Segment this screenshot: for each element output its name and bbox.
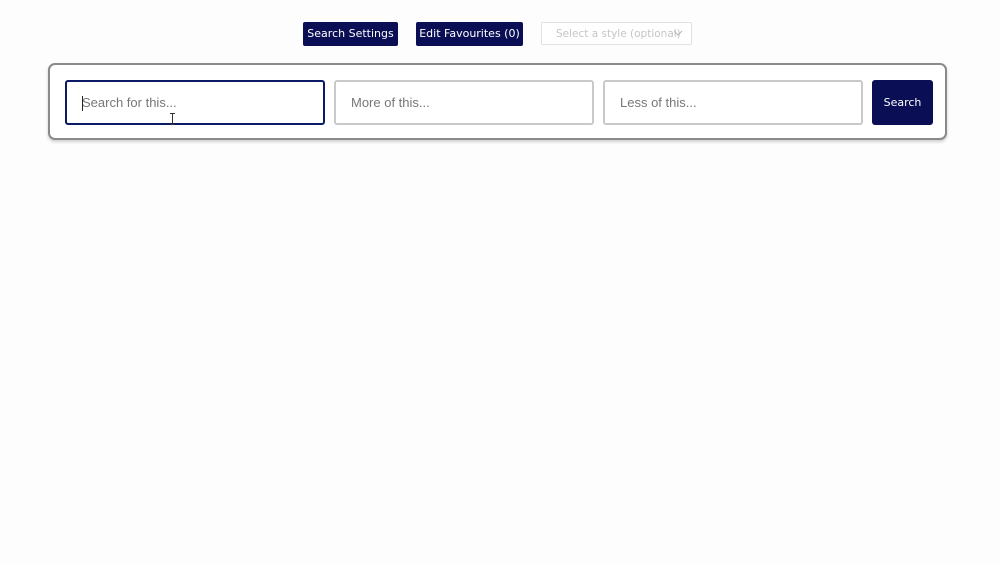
style-select-placeholder: Select a style (optional) (556, 28, 681, 40)
top-toolbar: Search Settings Edit Favourites (0) Sele… (0, 22, 1000, 46)
search-settings-button[interactable]: Search Settings (303, 22, 398, 46)
search-field-wrapper (65, 80, 325, 125)
search-button[interactable]: Search (872, 80, 933, 125)
search-input[interactable] (67, 82, 323, 123)
text-cursor-icon (170, 113, 175, 125)
style-select[interactable]: Select a style (optional) (541, 22, 692, 45)
text-caret (82, 96, 83, 111)
more-field-wrapper (334, 80, 594, 125)
less-field-wrapper (603, 80, 863, 125)
more-of-this-input[interactable] (336, 82, 592, 123)
page: Search Settings Edit Favourites (0) Sele… (0, 0, 1000, 563)
edit-favourites-button[interactable]: Edit Favourites (0) (416, 22, 523, 46)
search-panel: Search (48, 63, 947, 140)
chevron-down-icon (673, 30, 683, 36)
less-of-this-input[interactable] (605, 82, 861, 123)
